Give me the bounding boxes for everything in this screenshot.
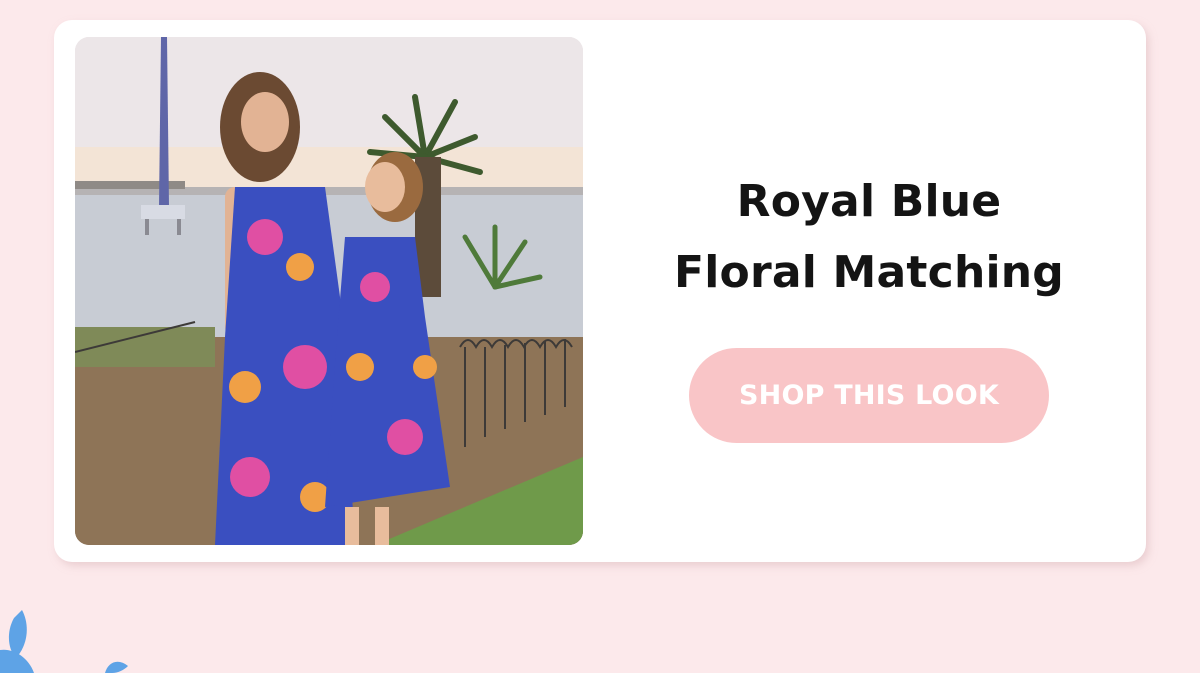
product-title-line-2: Floral Matching: [674, 247, 1064, 298]
product-photo-illustration: [75, 37, 583, 545]
product-info: Royal Blue Floral Matching SHOP THIS LOO…: [614, 20, 1124, 562]
product-title: Royal Blue Floral Matching: [614, 166, 1124, 308]
product-photo[interactable]: [75, 37, 583, 545]
product-title-line-1: Royal Blue: [736, 176, 1002, 227]
product-card: Royal Blue Floral Matching SHOP THIS LOO…: [54, 20, 1146, 562]
blue-leaf-icon: [0, 610, 128, 673]
page: Royal Blue Floral Matching SHOP THIS LOO…: [0, 0, 1200, 673]
shop-this-look-button[interactable]: SHOP THIS LOOK: [689, 348, 1049, 443]
